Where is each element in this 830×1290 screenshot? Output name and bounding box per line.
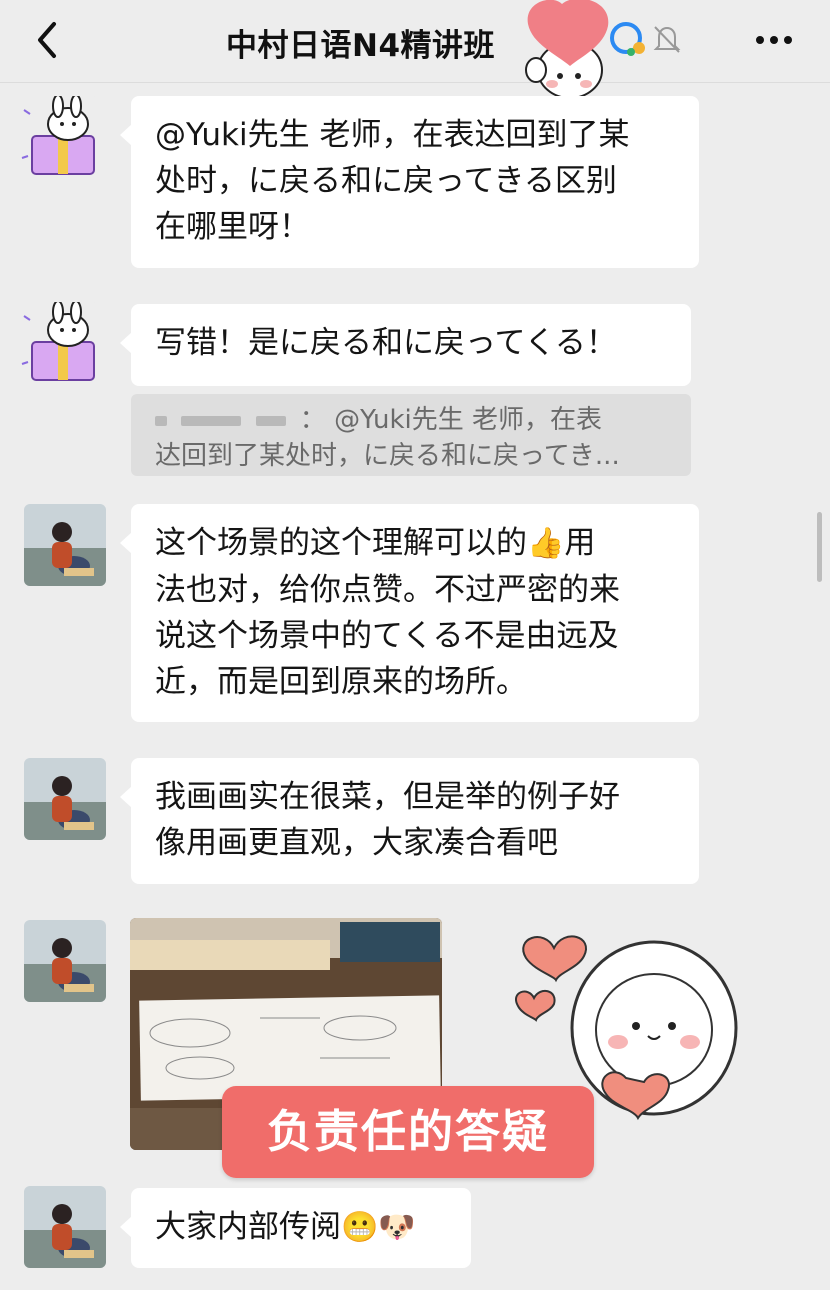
heart-sticker-icon	[525, 0, 609, 99]
message-line: 我画画实在很菜，但是举的例子好	[155, 779, 620, 815]
message-bubble[interactable]: 这个场景的这个理解可以的👍用 法也对，给你点赞。不过严密的来 说这个场景中的てく…	[120, 504, 699, 722]
masked-name	[255, 415, 286, 426]
teacher-avatar[interactable]	[24, 920, 106, 1002]
bunny-gift-avatar[interactable]	[18, 96, 100, 178]
teacher-avatar[interactable]	[24, 504, 106, 586]
message-line: 像用画更直观，大家凑合看吧	[155, 825, 558, 861]
message-line: 说这个场景中的てくる不是由远及	[155, 618, 619, 654]
message-line: 近，而是回到原来的场所。	[155, 664, 527, 700]
more-icon[interactable]	[752, 24, 796, 56]
message-line: 法也对，给你点赞。不过严密的来	[155, 572, 620, 608]
masked-name	[181, 415, 242, 426]
teacher-avatar[interactable]	[24, 1186, 106, 1268]
thumbs-up-icon: 👍	[527, 526, 565, 561]
message-bubble[interactable]: 大家内部传阅😬🐶	[120, 1188, 471, 1268]
message-line: 在哪里呀！	[155, 209, 310, 245]
masked-name	[155, 415, 167, 426]
chat-title: 中村日语N4精讲班	[226, 28, 496, 64]
message-text: 写错！是に戻る和に戻ってくる！	[155, 325, 617, 361]
quote-line-2: 达回到了某处时，に戻る和に戻ってき...	[155, 441, 620, 471]
message-bubble[interactable]: 写错！是に戻る和に戻ってくる！	[120, 304, 691, 386]
message-bubble[interactable]: @Yuki先生 老师，在表达回到了某 处时，に戻る和に戻ってきる区别 在哪里呀！	[120, 96, 699, 268]
back-arrow-icon[interactable]	[28, 18, 68, 62]
message-bubble[interactable]: 我画画实在很菜，但是举的例子好 像用画更直观，大家凑合看吧	[120, 758, 699, 884]
quoted-reply[interactable]: ： @Yuki先生 老师，在表 达回到了某处时，に戻る和に戻ってき...	[131, 394, 691, 476]
teacher-avatar[interactable]	[24, 758, 106, 840]
quote-name-sep: ：	[299, 405, 326, 435]
answer-banner: 负责任的答疑	[222, 1086, 594, 1178]
message-line: 处时，に戻る和に戻ってきる区别	[155, 163, 617, 199]
message-line: 这个场景的这个理解可以的👍用	[155, 520, 675, 567]
quote-line-1: ： @Yuki先生 老师，在表	[155, 402, 667, 438]
bunny-gift-avatar[interactable]	[18, 302, 100, 384]
top-bar: 中村日语N4精讲班	[0, 0, 830, 99]
message-text: 用	[564, 525, 596, 561]
mute-bell-icon	[653, 26, 681, 53]
message-text: 这个场景的这个理解可以的	[155, 525, 527, 561]
chat-badge-icon	[610, 22, 645, 56]
message-line: @Yuki先生 老师，在表达回到了某	[155, 117, 630, 153]
doge-emoji-icon: 🐶	[378, 1210, 416, 1245]
message-text: 大家内部传阅	[155, 1209, 341, 1245]
grimace-emoji-icon: 😬	[341, 1210, 379, 1245]
quote-text: @Yuki先生 老师，在表	[334, 405, 603, 435]
scrollbar[interactable]	[817, 512, 822, 582]
